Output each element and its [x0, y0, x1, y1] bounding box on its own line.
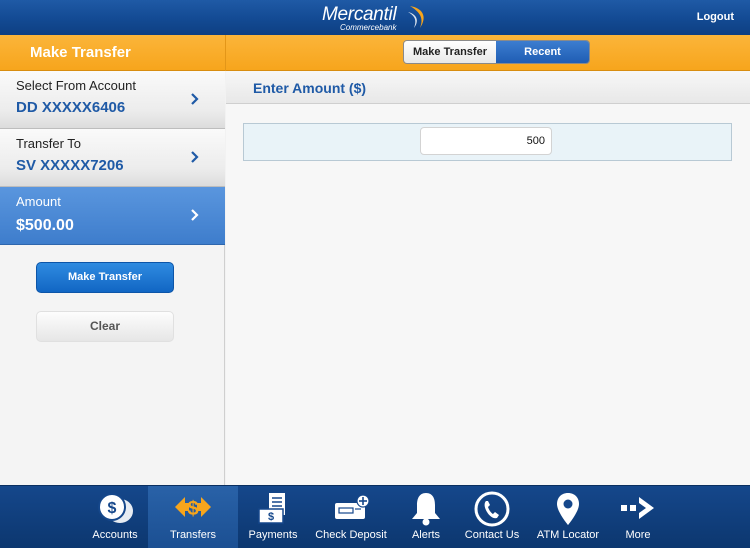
bell-icon	[412, 493, 440, 526]
amount-input[interactable]	[420, 127, 552, 155]
location-pin-icon	[557, 493, 579, 525]
nav-payments-label: Payments	[248, 529, 298, 541]
nav-atm-locator[interactable]: ATM Locator	[530, 486, 606, 548]
transfer-tabs: Make Transfer Recent Transfers	[403, 40, 590, 64]
top-bar: Mercantil Commercebank Logout	[0, 0, 750, 35]
transfers-icon: $	[175, 497, 211, 520]
make-transfer-button[interactable]: Make Transfer	[36, 262, 174, 293]
chevron-right-icon	[191, 93, 199, 105]
check-deposit-icon	[335, 494, 370, 519]
transfer-to-label: Transfer To	[16, 136, 82, 151]
header-divider	[225, 35, 226, 71]
logout-button[interactable]: Logout	[697, 11, 734, 23]
amount-entry-header: Enter Amount ($)	[226, 71, 750, 104]
nav-payments[interactable]: $ Payments	[238, 486, 308, 548]
nav-check-deposit-label: Check Deposit	[315, 529, 387, 541]
bank-logo: Mercantil Commercebank	[322, 4, 432, 34]
nav-transfers-label: Transfers	[169, 529, 217, 541]
amount-entry-title: Enter Amount ($)	[253, 80, 367, 96]
nav-accounts[interactable]: $ Accounts	[80, 486, 150, 548]
amount-row[interactable]: Amount $500.00	[0, 187, 225, 245]
logo-swoosh-icon	[408, 6, 424, 28]
transfer-to-row[interactable]: Transfer To SV XXXXX7206	[0, 129, 225, 187]
select-from-account-row[interactable]: Select From Account DD XXXXX6406	[0, 71, 225, 129]
from-account-value: DD XXXXX6406	[16, 99, 126, 116]
nav-check-deposit[interactable]: Check Deposit	[310, 486, 392, 548]
nav-transfers[interactable]: $ Transfers	[148, 486, 238, 548]
tab-make-transfer[interactable]: Make Transfer	[404, 41, 496, 63]
svg-text:$: $	[187, 498, 198, 520]
nav-atm-locator-label: ATM Locator	[536, 529, 600, 541]
amount-input-container	[243, 123, 732, 161]
nav-accounts-label: Accounts	[92, 529, 138, 541]
transfer-to-value: SV XXXXX7206	[16, 157, 124, 174]
from-account-label: Select From Account	[16, 78, 136, 93]
transfer-form-panel: Select From Account DD XXXXX6406 Transfe…	[0, 71, 225, 485]
more-arrow-icon	[621, 497, 654, 519]
chevron-right-icon	[191, 209, 199, 221]
nav-contact-us-label: Contact Us	[464, 529, 520, 541]
accounts-icon: $	[98, 493, 133, 523]
tab-recent-transfers[interactable]: Recent Transfers	[496, 41, 589, 63]
nav-more[interactable]: More	[608, 486, 668, 548]
phone-icon	[474, 491, 510, 527]
page-title: Make Transfer	[30, 44, 131, 61]
amount-entry-panel: Enter Amount ($)	[226, 71, 750, 485]
amount-label: Amount	[16, 194, 61, 209]
nav-alerts-label: Alerts	[411, 529, 441, 541]
svg-text:$: $	[108, 500, 117, 517]
clear-button[interactable]: Clear	[36, 311, 174, 342]
payments-icon: $	[258, 493, 285, 524]
amount-value: $500.00	[16, 217, 74, 234]
nav-alerts[interactable]: Alerts	[396, 486, 456, 548]
chevron-right-icon	[191, 151, 199, 163]
sub-header: Make Transfer Make Transfer Recent Trans…	[0, 35, 750, 71]
nav-contact-us[interactable]: Contact Us	[458, 486, 526, 548]
logo-subtitle: Commercebank	[340, 23, 397, 32]
svg-text:$: $	[268, 511, 274, 523]
bottom-nav: $ Accounts $ Transfers $ Payments Check …	[0, 485, 750, 548]
nav-more-label: More	[625, 529, 651, 541]
